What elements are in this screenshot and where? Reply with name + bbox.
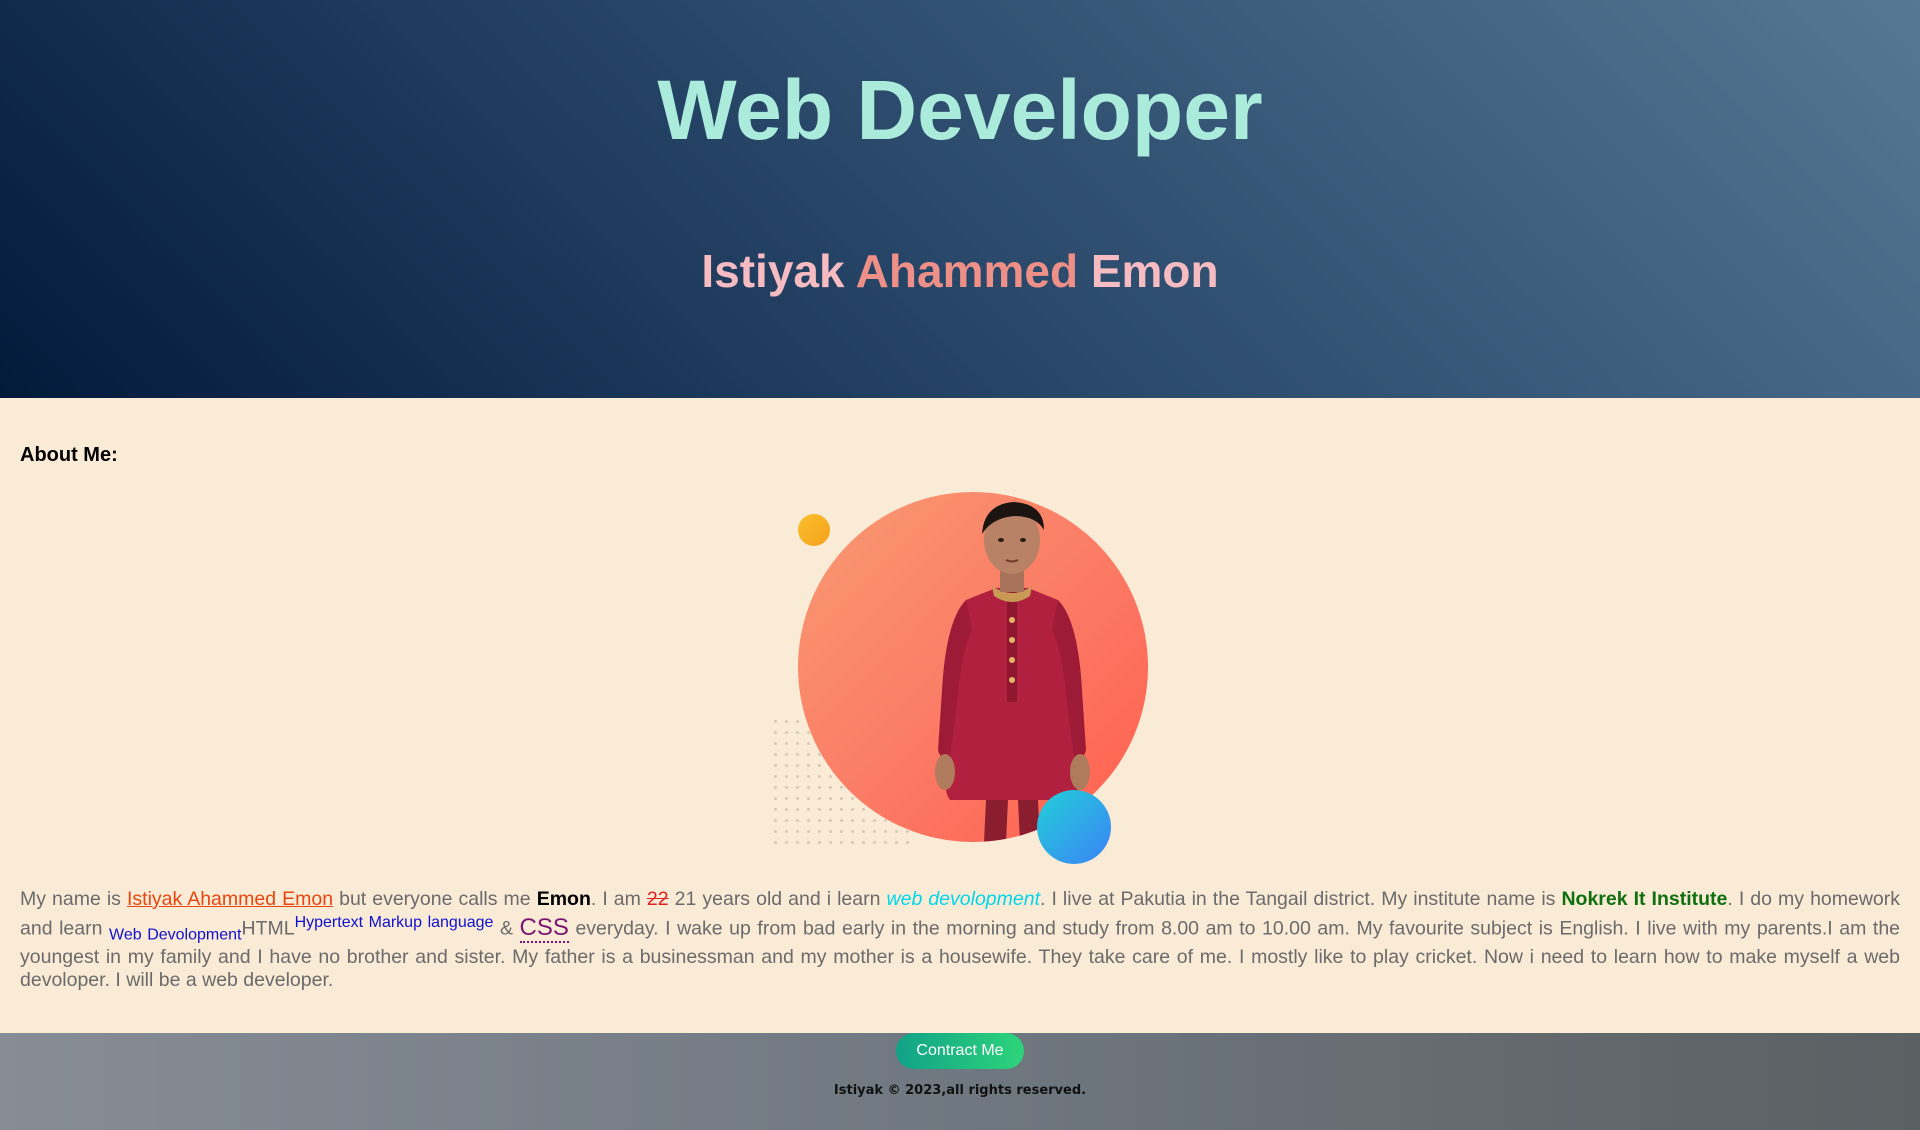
css-abbr: CSS [519, 913, 569, 943]
bio-text: . I live at Pakutia in the Tangail distr… [1040, 888, 1562, 910]
name-first: Istiyak [701, 245, 845, 297]
contact-button[interactable]: Contract Me [896, 1033, 1024, 1069]
hero-header: Web Developer Istiyak Ahammed Emon [0, 0, 1920, 398]
profile-photo [765, 492, 1148, 872]
nickname: Emon [536, 888, 591, 910]
bio-text: but everyone calls me [333, 888, 537, 910]
html-text: HTML [241, 917, 295, 940]
struck-age: 22 [646, 888, 669, 910]
superscript-text: Hypertext Markup language [294, 914, 494, 931]
name-middle: Ahammed [855, 245, 1079, 297]
bio-paragraph: My name is Istiyak Ahammed Emon but ever… [20, 888, 1900, 992]
web-dev-text: web devolopment [886, 888, 1040, 910]
name-link[interactable]: Istiyak Ahammed Emon [127, 888, 333, 910]
yellow-accent-dot [798, 514, 830, 546]
page-footer: Contract Me Istiyak © 2023,all rights re… [0, 1033, 1920, 1130]
about-section: About Me: My name is Istiyak Ahammed Emo… [0, 398, 1920, 1033]
name-last: Emon [1090, 245, 1219, 297]
subscript-text: Web Devolopment [109, 926, 242, 944]
bio-text: . I am [590, 888, 647, 910]
photo-circle [798, 492, 1148, 842]
bio-text: 21 years old and i learn [668, 888, 887, 910]
person-figure [935, 502, 1090, 842]
blue-accent-dot [1037, 790, 1111, 864]
institute-name: Nokrek It Institute [1561, 888, 1728, 910]
copyright-text: Istiyak © 2023,all rights reserved. [833, 1083, 1087, 1098]
about-heading: About Me: [20, 444, 118, 466]
owner-name: Istiyak Ahammed Emon [0, 244, 1920, 298]
bio-text: My name is [20, 888, 127, 910]
bio-text: & [493, 917, 520, 940]
page-title: Web Developer [657, 63, 1263, 157]
